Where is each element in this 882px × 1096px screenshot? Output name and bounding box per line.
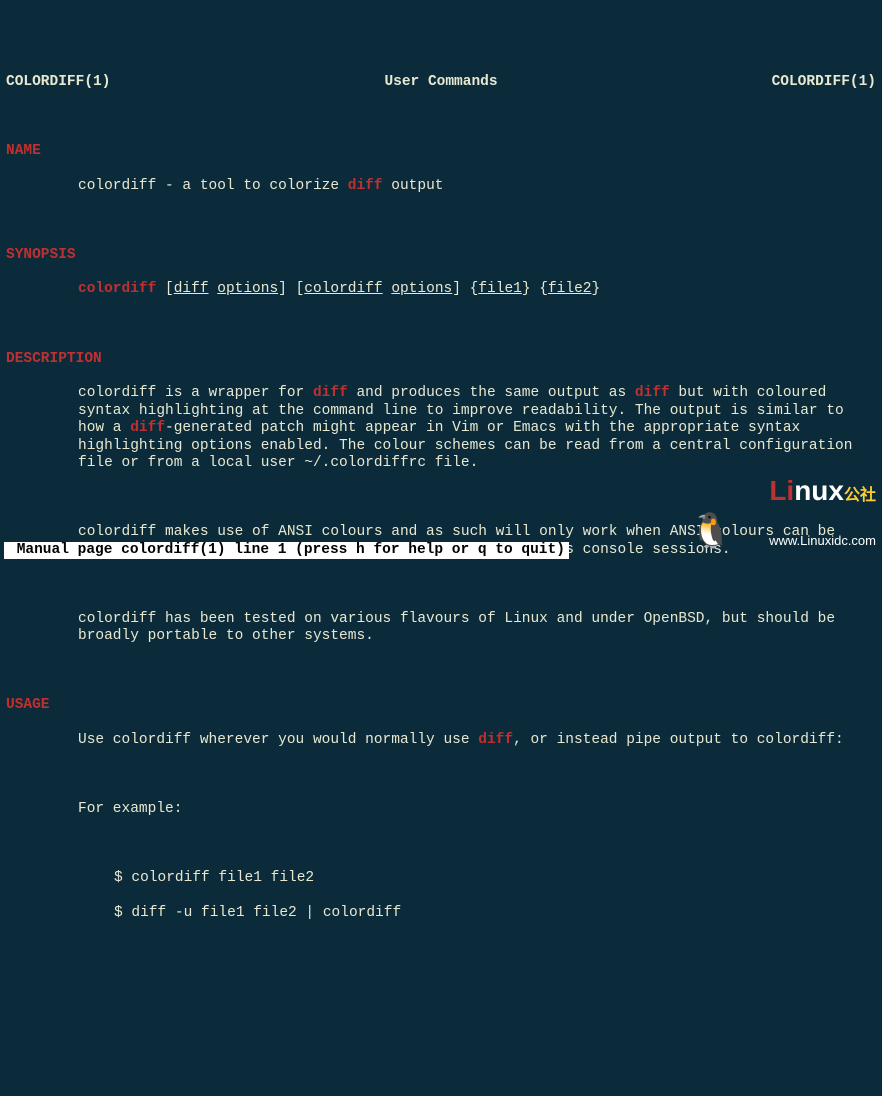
- diff-keyword: diff: [130, 420, 165, 436]
- section-name: NAME: [6, 143, 876, 160]
- usage-for-example: For example:: [6, 801, 876, 818]
- usage-example-1: $ colordiff file1 file2: [6, 870, 876, 887]
- pager-status-bar[interactable]: Manual page colordiff(1) line 1 (press h…: [4, 542, 569, 559]
- diff-keyword: diff: [478, 732, 513, 748]
- header-right: COLORDIFF(1): [772, 74, 876, 91]
- description-p3: colordiff has been tested on various fla…: [6, 611, 876, 646]
- diff-keyword: diff: [313, 385, 348, 401]
- usage-example-2: $ diff -u file1 file2 | colordiff: [6, 905, 876, 922]
- diff-keyword: diff: [348, 178, 383, 194]
- description-p1: colordiff is a wrapper for diff and prod…: [6, 385, 876, 472]
- watermark-url: www.Linuxidc.com: [769, 534, 876, 547]
- section-synopsis: SYNOPSIS: [6, 247, 876, 264]
- name-line: colordiff - a tool to colorize diff outp…: [6, 178, 876, 195]
- watermark-logo: Linux公社 www.Linuxidc.com: [769, 448, 876, 562]
- section-description: DESCRIPTION: [6, 351, 876, 368]
- section-usage: USAGE: [6, 697, 876, 714]
- header-left: COLORDIFF(1): [6, 74, 110, 91]
- usage-p1: Use colordiff wherever you would normall…: [6, 732, 876, 749]
- diff-keyword: diff: [635, 385, 670, 401]
- man-header: COLORDIFF(1) User Commands COLORDIFF(1): [6, 74, 876, 91]
- tux-icon: 🐧: [690, 517, 732, 551]
- synopsis-line: colordiff [diff options] [colordiff opti…: [6, 281, 876, 298]
- header-center: User Commands: [384, 74, 497, 91]
